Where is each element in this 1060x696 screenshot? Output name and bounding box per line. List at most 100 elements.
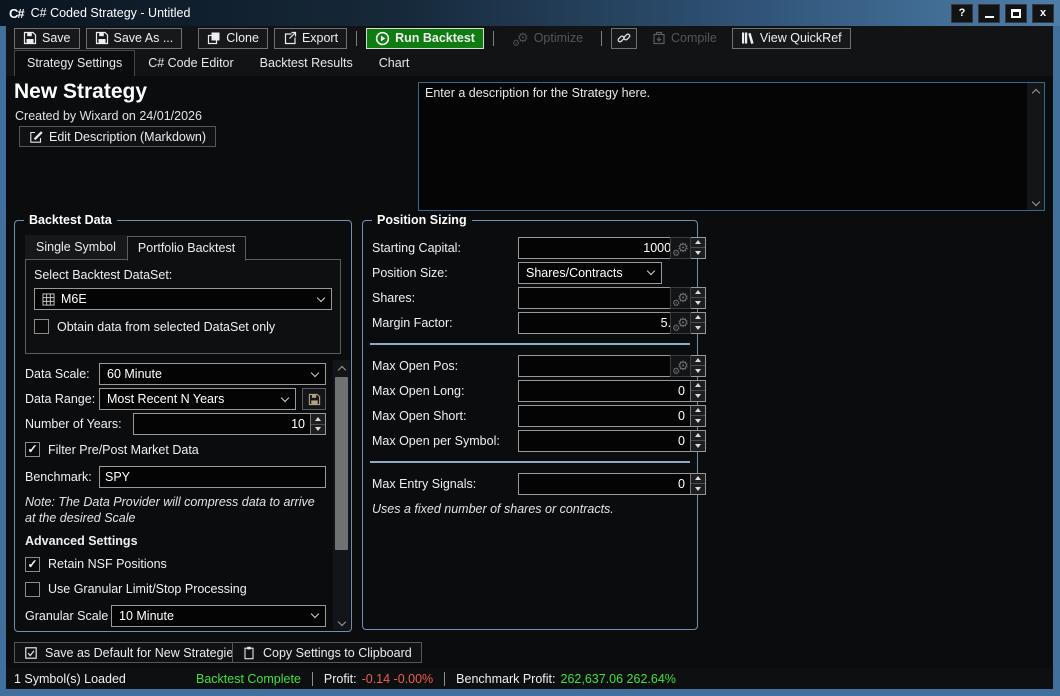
starting-capital-input[interactable] [519,238,690,258]
number-of-years-stepper[interactable] [133,413,326,435]
run-backtest-button[interactable]: Run Backtest [366,28,484,49]
copy-settings-button[interactable]: Copy Settings to Clipboard [232,642,422,663]
spin-up-icon[interactable] [691,431,705,441]
spin-down-icon[interactable] [691,483,705,494]
description-input[interactable]: Enter a description for the Strategy her… [419,83,1027,210]
edit-description-button[interactable]: Edit Description (Markdown) [19,126,216,147]
scroll-down-icon[interactable] [1027,195,1044,210]
position-sizing-legend: Position Sizing [372,213,472,227]
max-open-short-input[interactable] [519,406,690,426]
benchmark-input[interactable] [100,467,325,487]
benchmark-profit-value: 262,637.06 262.64% [561,672,676,686]
spin-down-icon[interactable] [691,440,705,451]
max-entry-signals-row: Max Entry Signals: [372,472,691,495]
granular-scale-select[interactable]: 10 Minute [111,605,326,627]
scrollbar-track[interactable] [333,375,350,615]
max-open-pos-gear-button[interactable] [670,355,691,377]
status-separator [444,672,445,686]
retain-nsf-checkbox[interactable] [25,557,40,572]
tab-portfolio-backtest[interactable]: Portfolio Backtest [127,236,246,261]
max-entry-signals-stepper[interactable] [518,473,706,495]
spin-up-icon[interactable] [691,474,705,484]
years-spinner[interactable] [310,414,325,434]
max-open-pos-row: Max Open Pos: [372,354,691,377]
tab-backtest-results[interactable]: Backtest Results [247,50,366,76]
spin-up-icon[interactable] [691,356,705,366]
backtest-data-legend: Backtest Data [24,213,117,227]
max-entry-signals-input[interactable] [519,474,690,494]
separator [370,343,690,345]
close-button[interactable]: x [1032,4,1054,23]
spin-down-icon[interactable] [311,424,325,435]
profit-value: -0.14 -0.00% [362,672,434,686]
scroll-down-icon[interactable] [333,615,350,630]
obtain-data-checkbox-row[interactable]: Obtain data from selected DataSet only [34,319,332,334]
filter-market-data-checkbox[interactable] [25,442,40,457]
granular-processing-row[interactable]: Use Granular Limit/Stop Processing [25,582,326,597]
scroll-up-icon[interactable] [1027,83,1044,98]
retain-nsf-row[interactable]: Retain NSF Positions [25,557,326,572]
optimize-gears-icon [512,31,529,45]
spin-down-icon[interactable] [691,415,705,426]
clone-button[interactable]: Clone [198,28,268,49]
spin-up-icon[interactable] [691,406,705,416]
spin-down-icon[interactable] [691,247,705,258]
benchmark-profit-label: Benchmark Profit: [456,672,555,686]
advanced-settings-heading: Advanced Settings [25,534,326,548]
filter-market-data-row[interactable]: Filter Pre/Post Market Data [25,442,326,457]
tab-single-symbol[interactable]: Single Symbol [25,235,127,260]
number-of-years-input[interactable] [134,414,310,434]
save-as-button[interactable]: Save As ... [86,28,183,49]
shares-input[interactable] [519,288,690,308]
scrollbar-track[interactable] [1027,98,1044,195]
spin-down-icon[interactable] [691,322,705,333]
spin-down-icon[interactable] [691,365,705,376]
minimize-button[interactable] [978,4,1000,23]
shares-gear-button[interactable] [670,287,691,309]
data-range-select[interactable]: Most Recent N Years [99,388,296,410]
position-size-row: Position Size: Shares/Contracts [372,261,691,284]
tab-code-editor[interactable]: C# Code Editor [135,50,246,76]
obtain-data-checkbox[interactable] [34,319,49,334]
spin-down-icon[interactable] [691,390,705,401]
max-open-short-stepper[interactable] [518,405,706,427]
created-by-text: Created by Wixard on 24/01/2026 [15,109,202,123]
link-button[interactable] [611,28,637,49]
gears-icon [672,316,689,329]
max-open-long-input[interactable] [519,381,690,401]
help-button[interactable]: ? [951,4,973,23]
profit-label: Profit: [324,672,357,686]
margin-factor-gear-button[interactable] [670,312,691,334]
save-as-default-button[interactable]: Save as Default for New Strategies [14,642,250,663]
backtest-settings-scrollbar[interactable] [333,360,350,630]
tab-chart[interactable]: Chart [366,50,423,76]
save-range-button[interactable] [302,388,326,410]
export-button[interactable]: Export [274,28,347,49]
margin-factor-input[interactable] [519,313,690,333]
spin-up-icon[interactable] [691,313,705,323]
save-button[interactable]: Save [14,28,80,49]
spin-up-icon[interactable] [691,238,705,248]
backtest-type-tabs: Single Symbol Portfolio Backtest [25,237,246,260]
dataset-select[interactable]: M6E [34,288,332,310]
spin-up-icon[interactable] [691,288,705,298]
starting-capital-gear-button[interactable] [670,237,691,259]
max-open-pos-input[interactable] [519,356,690,376]
spin-up-icon[interactable] [311,414,325,424]
tab-strategy-settings[interactable]: Strategy Settings [14,50,135,76]
spin-up-icon[interactable] [691,381,705,391]
edit-pencil-icon [29,130,43,144]
spin-down-icon[interactable] [691,297,705,308]
scrollbar-thumb[interactable] [335,377,348,550]
granular-processing-checkbox[interactable] [25,582,40,597]
max-open-per-symbol-input[interactable] [519,431,690,451]
status-separator [312,672,313,686]
position-size-select[interactable]: Shares/Contracts [518,262,662,284]
max-open-long-stepper[interactable] [518,380,706,402]
scroll-up-icon[interactable] [333,360,350,375]
data-scale-select[interactable]: 60 Minute [99,363,326,385]
description-scrollbar[interactable] [1027,83,1044,210]
maximize-button[interactable] [1005,4,1027,23]
max-open-per-symbol-stepper[interactable] [518,430,706,452]
view-quickref-button[interactable]: View QuickRef [732,28,851,49]
